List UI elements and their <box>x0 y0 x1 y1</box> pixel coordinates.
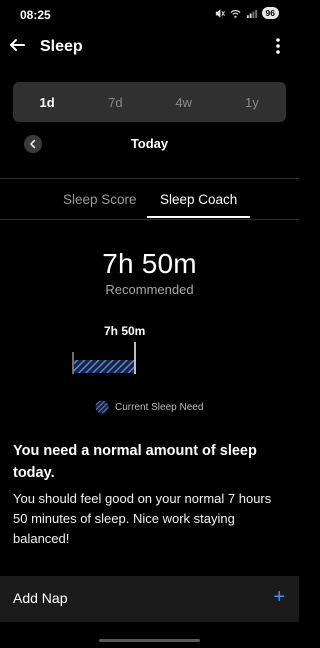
active-tab-indicator <box>147 216 250 218</box>
tab-7d[interactable]: 7d <box>81 82 149 122</box>
add-nap-row[interactable]: Add Nap + <box>0 576 299 622</box>
date-nav: Today <box>0 130 299 160</box>
more-vert-icon[interactable] <box>275 37 281 55</box>
coach-body: You should feel good on your normal 7 ho… <box>13 491 272 546</box>
coach-heading: You need a normal amount of sleep today. <box>13 443 257 481</box>
divider <box>0 178 299 179</box>
recommended-caption: Recommended <box>105 282 194 297</box>
app-bar: Sleep <box>0 30 299 64</box>
status-time: 08:25 <box>20 8 51 22</box>
sub-tabs: Sleep Score Sleep Coach <box>0 182 299 219</box>
sleep-need-chart <box>72 342 136 374</box>
range-tabs: 1d 7d 4w 1y <box>13 82 286 122</box>
signal-icon <box>246 9 257 18</box>
add-icon[interactable]: + <box>273 585 285 609</box>
tab-sleep-coach[interactable]: Sleep Coach <box>160 192 237 207</box>
status-icons: 96 <box>214 7 279 19</box>
tab-1y[interactable]: 1y <box>218 82 286 122</box>
status-bar: 08:25 96 <box>0 0 299 30</box>
legend-label: Current Sleep Need <box>115 401 204 413</box>
recommended-duration: 7h 50m <box>102 248 197 279</box>
divider <box>0 219 299 220</box>
battery-badge: 96 <box>261 7 279 19</box>
current-sleep-need-bar <box>74 360 134 373</box>
chart-legend: Current Sleep Need <box>95 400 203 414</box>
home-indicator <box>99 639 200 642</box>
add-nap-label: Add Nap <box>13 590 68 606</box>
hatch-legend-icon <box>95 400 109 414</box>
mute-icon <box>215 8 225 18</box>
date-label: Today <box>130 136 169 151</box>
page-title: Sleep <box>40 38 83 55</box>
back-arrow-icon[interactable] <box>8 36 26 54</box>
tab-4w[interactable]: 4w <box>150 82 218 122</box>
wifi-icon <box>230 9 241 18</box>
tab-sleep-score[interactable]: Sleep Score <box>63 192 137 207</box>
tab-1d[interactable]: 1d <box>13 82 81 122</box>
